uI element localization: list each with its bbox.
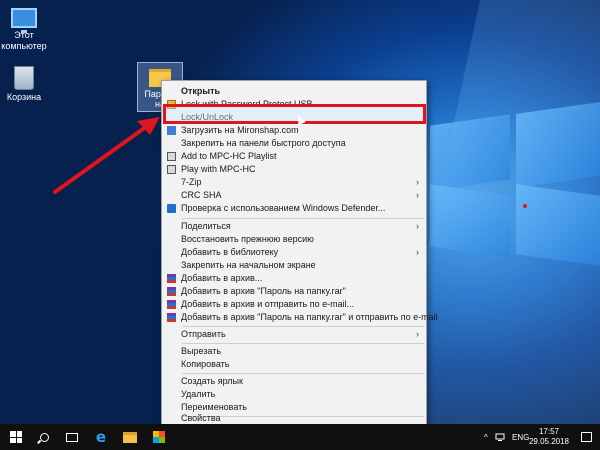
desktop-icon-this-pc[interactable]: Этот компьютер bbox=[0, 8, 54, 52]
file-explorer-icon bbox=[123, 431, 137, 443]
taskbar-file-explorer[interactable] bbox=[116, 424, 144, 450]
windows-logo-pane bbox=[430, 114, 510, 191]
chevron-right-icon: › bbox=[416, 247, 419, 257]
taskbar-store[interactable] bbox=[145, 424, 173, 450]
winrar-icon bbox=[167, 313, 176, 322]
recycle-bin-icon bbox=[14, 66, 34, 90]
chevron-right-icon: › bbox=[416, 177, 419, 187]
chevron-up-icon: ^ bbox=[484, 432, 488, 442]
action-center-button[interactable] bbox=[572, 424, 600, 450]
menu-item-archive-named-email[interactable]: Добавить в архив "Пароль на папку.rar" и… bbox=[163, 311, 438, 324]
menu-item-delete[interactable]: Удалить bbox=[163, 388, 425, 401]
menu-item-open[interactable]: Открыть bbox=[163, 85, 425, 98]
winrar-icon bbox=[167, 300, 176, 309]
taskbar: e ^ ENG 17:57 29.05.2018 bbox=[0, 424, 600, 450]
menu-item-archive-email[interactable]: Добавить в архив и отправить по e-mail..… bbox=[163, 298, 425, 311]
mpc-icon bbox=[167, 152, 176, 161]
menu-item-add-archive[interactable]: Добавить в архив... bbox=[163, 272, 425, 285]
windows-logo-pane bbox=[430, 184, 510, 258]
task-view-icon bbox=[66, 432, 78, 442]
desktop-icon-label: компьютер bbox=[1, 41, 47, 51]
desktop-icon-label: Корзина bbox=[6, 92, 42, 102]
menu-item-create-shortcut[interactable]: Создать ярлык bbox=[163, 375, 425, 388]
start-button[interactable] bbox=[2, 424, 30, 450]
network-icon[interactable] bbox=[495, 424, 505, 450]
menu-item-7zip[interactable]: 7-Zip › bbox=[163, 176, 425, 189]
taskbar-edge[interactable]: e bbox=[87, 424, 115, 450]
clock[interactable]: 17:57 29.05.2018 bbox=[528, 427, 570, 447]
menu-item-copy[interactable]: Копировать bbox=[163, 358, 425, 371]
menu-item-windows-defender[interactable]: Проверка с использованием Windows Defend… bbox=[163, 202, 425, 215]
chevron-right-icon: › bbox=[416, 329, 419, 339]
context-menu: Открыть Lock with Password Protect USB L… bbox=[161, 80, 438, 426]
wallpaper-dot bbox=[523, 204, 527, 208]
menu-item-cut[interactable]: Вырезать bbox=[163, 345, 425, 358]
clock-time: 17:57 bbox=[538, 427, 560, 436]
menu-item-add-archive-named[interactable]: Добавить в архив "Пароль на папку.rar" bbox=[163, 285, 425, 298]
task-view-button[interactable] bbox=[58, 424, 86, 450]
winrar-icon bbox=[167, 274, 176, 283]
tray-chevron[interactable]: ^ bbox=[484, 424, 488, 450]
menu-separator bbox=[182, 373, 424, 374]
computer-icon bbox=[11, 8, 37, 33]
menu-item-add-mpc-playlist[interactable]: Add to MPC-HC Playlist bbox=[163, 150, 425, 163]
defender-shield-icon bbox=[167, 204, 176, 213]
menu-separator bbox=[182, 326, 424, 327]
menu-item-crc-sha[interactable]: CRC SHA › bbox=[163, 189, 425, 202]
menu-item-pin-start[interactable]: Закрепить на начальном экране bbox=[163, 259, 425, 272]
windows-logo-pane bbox=[516, 102, 600, 188]
language-indicator[interactable]: ENG bbox=[512, 424, 529, 450]
windows-logo-pane bbox=[516, 184, 600, 266]
desktop-icon-recycle-bin[interactable]: Корзина bbox=[0, 66, 54, 103]
winrar-icon bbox=[167, 287, 176, 296]
store-icon bbox=[153, 431, 165, 443]
upload-icon bbox=[167, 126, 176, 135]
menu-item-send-to[interactable]: Отправить › bbox=[163, 328, 425, 341]
clock-date: 29.05.2018 bbox=[528, 437, 570, 446]
search-button[interactable] bbox=[30, 424, 58, 450]
menu-item-pin-quick-access[interactable]: Закрепить на панели быстрого доступа bbox=[163, 137, 425, 150]
menu-item-add-to-library[interactable]: Добавить в библиотеку › bbox=[163, 246, 425, 259]
menu-item-share[interactable]: Поделиться › bbox=[163, 220, 425, 233]
mpc-icon bbox=[167, 165, 176, 174]
chevron-right-icon: › bbox=[416, 190, 419, 200]
search-icon bbox=[39, 432, 49, 442]
menu-separator bbox=[182, 218, 424, 219]
edge-icon: e bbox=[95, 428, 107, 446]
menu-item-upload[interactable]: Загрузить на Mironshap.com bbox=[163, 124, 425, 137]
notification-icon bbox=[580, 432, 592, 442]
chevron-right-icon: › bbox=[416, 221, 419, 231]
menu-separator bbox=[182, 343, 424, 344]
menu-item-restore-previous[interactable]: Восстановить прежнюю версию bbox=[163, 233, 425, 246]
menu-item-play-mpc[interactable]: Play with MPC-HC bbox=[163, 163, 425, 176]
windows-start-icon bbox=[10, 431, 22, 443]
highlight-frame bbox=[163, 104, 426, 124]
